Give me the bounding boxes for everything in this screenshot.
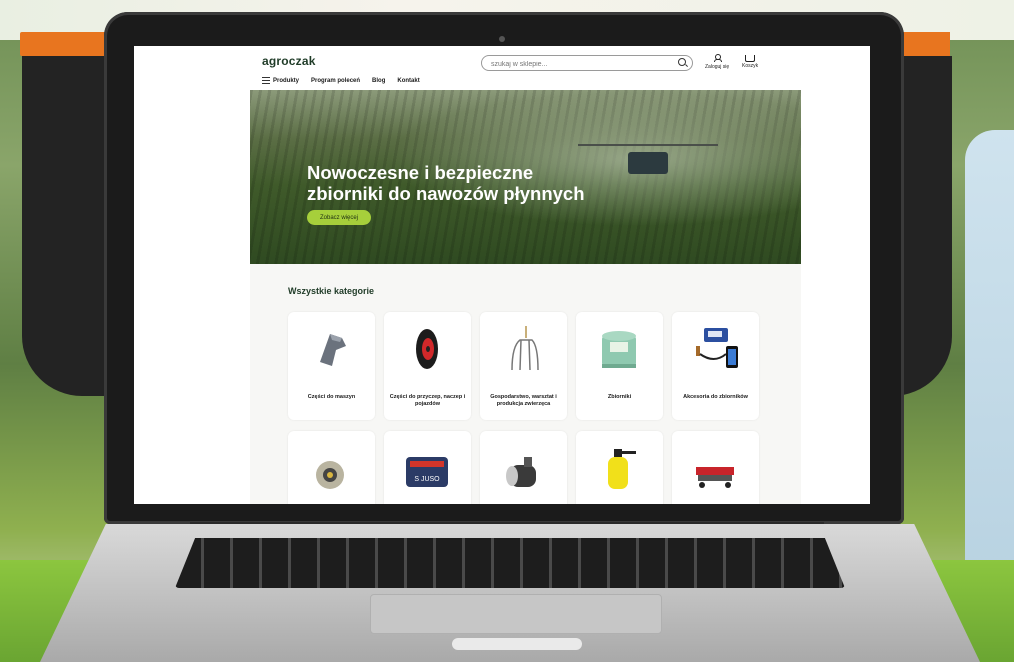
nav-item-referral[interactable]: Program poleceń	[311, 77, 360, 84]
login-label: Zaloguj się	[705, 64, 730, 70]
pitchfork-icon	[511, 326, 539, 371]
search-bar	[481, 55, 693, 71]
cart-button[interactable]: Koszyk	[742, 54, 758, 69]
laptop-front-notch	[452, 638, 582, 650]
menu-icon	[262, 77, 270, 84]
webcam-icon	[499, 36, 505, 42]
machine-part-icon	[320, 334, 346, 366]
category-label: Zbiorniki	[607, 394, 632, 400]
category-card[interactable]: Gospodarstwo, warsztat i produkcja zwier…	[480, 312, 567, 420]
search-icon[interactable]	[678, 58, 686, 66]
categories-heading: Wszystkie kategorie	[288, 286, 375, 296]
laptop-screen: agroczak Zaloguj się Koszyk Produkty Pro…	[134, 46, 870, 504]
nav-item-contact[interactable]: Kontakt	[397, 77, 419, 84]
category-label: Gospodarstwo, warsztat i produkcja zwier…	[490, 394, 557, 407]
laptop-trackpad	[370, 594, 662, 634]
category-card[interactable]: Zbiorniki	[576, 312, 663, 420]
category-card[interactable]: S JUSO	[384, 431, 471, 504]
tank-icon	[602, 331, 636, 368]
sprayer-icon	[608, 449, 636, 489]
site-header: agroczak Zaloguj się Koszyk Produkty Pro…	[250, 46, 801, 91]
fuel-tank-icon: S JUSO	[406, 457, 448, 487]
nav-item-products[interactable]: Produkty	[262, 77, 299, 84]
alternator-icon	[316, 461, 344, 489]
category-card[interactable]: Części do przyczep, naczep i pojazdów	[384, 312, 471, 420]
category-label: Części do maszyn	[307, 394, 356, 400]
category-card[interactable]	[288, 431, 375, 504]
background-person	[965, 130, 1014, 570]
login-button[interactable]: Zaloguj się	[705, 54, 729, 70]
tank-sensor-icon	[696, 328, 738, 368]
site-logo[interactable]: agroczak	[262, 54, 316, 68]
tractor-sprayer-image	[578, 144, 718, 174]
category-card[interactable]	[480, 431, 567, 504]
search-input[interactable]	[489, 57, 673, 71]
laptop-keyboard	[175, 538, 845, 588]
category-grid: Części do maszyn Części do przyczep, nac…	[288, 312, 760, 504]
solenoid-icon	[506, 457, 536, 487]
seeder-icon	[696, 467, 734, 488]
category-card[interactable]	[672, 431, 759, 504]
category-card[interactable]: Części do maszyn	[288, 312, 375, 420]
category-card[interactable]: Akcesoria do zbiorników	[672, 312, 759, 420]
website: agroczak Zaloguj się Koszyk Produkty Pro…	[250, 46, 801, 504]
main-nav: Produkty Program poleceń Blog Kontakt	[262, 77, 420, 84]
cart-label: Koszyk	[742, 63, 759, 69]
hero-banner: Nowoczesne i bezpieczne zbiorniki do naw…	[250, 90, 801, 264]
hero-cta-button[interactable]: Zobacz więcej	[307, 210, 371, 225]
category-label: Części do przyczep, naczep i pojazdów	[389, 394, 466, 407]
wheel-icon	[416, 329, 438, 369]
user-icon	[714, 54, 723, 62]
category-label: Akcesoria do zbiorników	[683, 394, 748, 400]
cart-icon	[745, 55, 756, 62]
nav-item-blog[interactable]: Blog	[372, 77, 385, 84]
hero-title: Nowoczesne i bezpieczne zbiorniki do naw…	[307, 162, 585, 204]
category-card[interactable]	[576, 431, 663, 504]
fuel-tank-badge: S JUSO	[414, 476, 440, 483]
